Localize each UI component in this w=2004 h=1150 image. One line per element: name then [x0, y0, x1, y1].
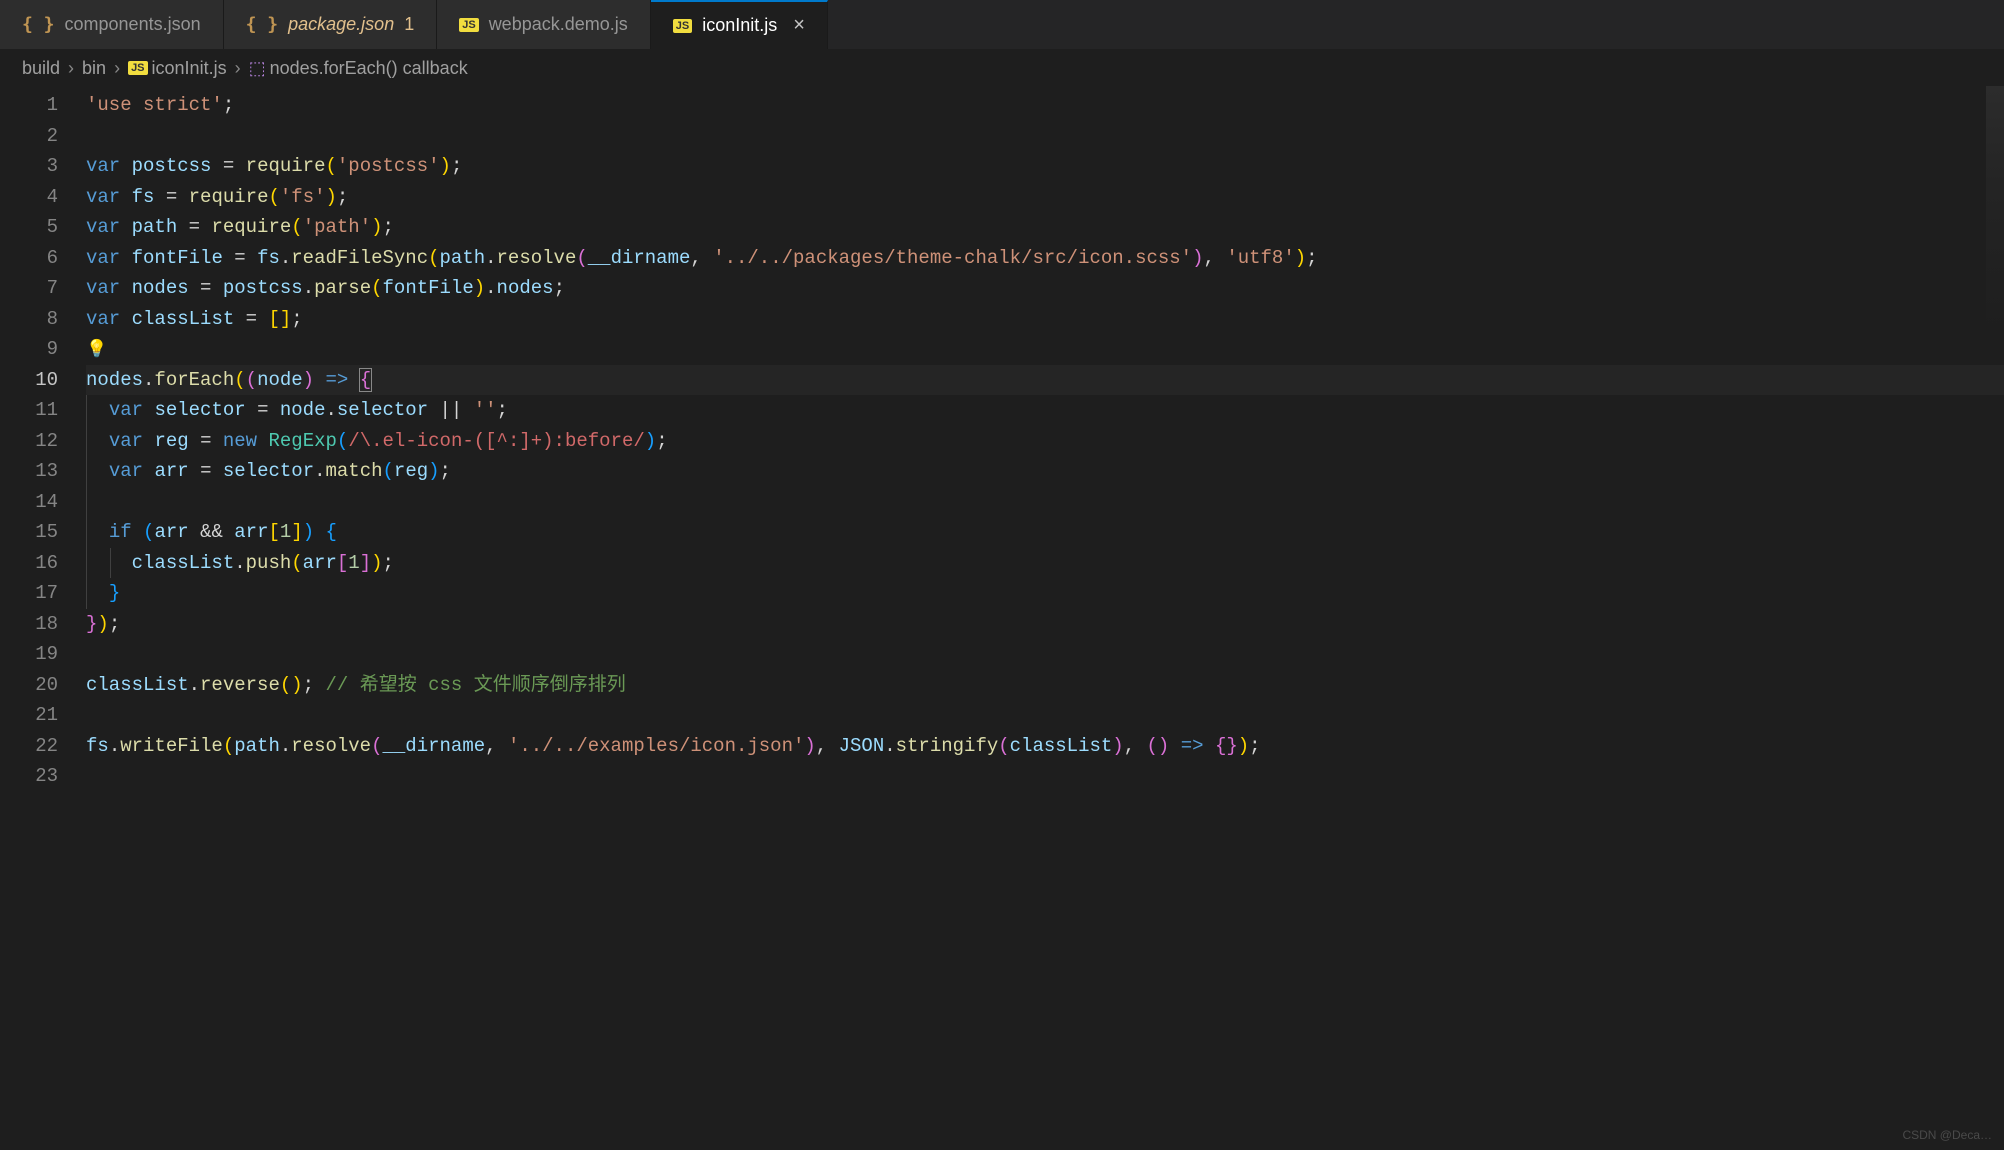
tab-label: iconInit.js [702, 15, 777, 36]
line-number: 16 [0, 548, 58, 579]
line-number: 21 [0, 700, 58, 731]
tab-bar: { } components.json { } package.json 1 J… [0, 0, 2004, 50]
chevron-right-icon: › [68, 58, 74, 79]
line-number: 3 [0, 151, 58, 182]
modified-badge: 1 [404, 14, 414, 35]
code-line[interactable]: var fontFile = fs.readFileSync(path.reso… [86, 243, 2004, 274]
line-number: 20 [0, 670, 58, 701]
code-line[interactable]: classList.reverse(); // 希望按 css 文件顺序倒序排列 [86, 670, 2004, 701]
line-number: 17 [0, 578, 58, 609]
js-icon: JS [459, 18, 478, 32]
close-icon[interactable]: × [793, 14, 805, 37]
code-line[interactable] [86, 121, 2004, 152]
line-number: 12 [0, 426, 58, 457]
line-number: 2 [0, 121, 58, 152]
symbol-icon: ⬚ [249, 58, 266, 79]
code-line[interactable]: var classList = []; [86, 304, 2004, 335]
line-number: 15 [0, 517, 58, 548]
code-line[interactable]: if (arr && arr[1]) { [86, 517, 2004, 548]
line-number: 6 [0, 243, 58, 274]
line-number: 1 [0, 90, 58, 121]
code-line[interactable]: nodes.forEach((node) => { [86, 365, 2004, 396]
code-line[interactable]: var path = require('path'); [86, 212, 2004, 243]
line-number: 9 [0, 334, 58, 365]
breadcrumb[interactable]: build › bin › JS iconInit.js › ⬚ nodes.f… [0, 50, 2004, 86]
code-line[interactable]: 💡 [86, 334, 2004, 365]
code-line[interactable]: var postcss = require('postcss'); [86, 151, 2004, 182]
code-line[interactable]: classList.push(arr[1]); [86, 548, 2004, 579]
line-number: 7 [0, 273, 58, 304]
code-editor[interactable]: 1234567891011121314151617181920212223 'u… [0, 86, 2004, 792]
js-icon: JS [128, 61, 147, 75]
json-icon: { } [22, 14, 55, 35]
line-number: 11 [0, 395, 58, 426]
code-line[interactable]: var nodes = postcss.parse(fontFile).node… [86, 273, 2004, 304]
line-number: 18 [0, 609, 58, 640]
code-line[interactable] [86, 639, 2004, 670]
code-line[interactable] [86, 761, 2004, 792]
js-icon: JS [673, 19, 692, 33]
line-number: 10 [0, 365, 58, 396]
line-number: 19 [0, 639, 58, 670]
code-line[interactable]: } [86, 578, 2004, 609]
line-number: 14 [0, 487, 58, 518]
line-number: 22 [0, 731, 58, 762]
tab-label: webpack.demo.js [489, 14, 628, 35]
breadcrumb-segment[interactable]: build [22, 58, 60, 79]
line-number: 4 [0, 182, 58, 213]
tab-label: components.json [65, 14, 201, 35]
chevron-right-icon: › [235, 58, 241, 79]
breadcrumb-segment[interactable]: iconInit.js [152, 58, 227, 79]
code-line[interactable]: fs.writeFile(path.resolve(__dirname, '..… [86, 731, 2004, 762]
code-line[interactable]: }); [86, 609, 2004, 640]
chevron-right-icon: › [114, 58, 120, 79]
breadcrumb-segment[interactable]: nodes.forEach() callback [270, 58, 468, 79]
code-line[interactable]: 'use strict'; [86, 90, 2004, 121]
line-number: 13 [0, 456, 58, 487]
line-number: 23 [0, 761, 58, 792]
line-number: 8 [0, 304, 58, 335]
code-line[interactable]: var selector = node.selector || ''; [86, 395, 2004, 426]
tab-components-json[interactable]: { } components.json [0, 0, 224, 49]
code-area[interactable]: 'use strict'; var postcss = require('post… [86, 90, 2004, 792]
breadcrumb-segment[interactable]: bin [82, 58, 106, 79]
tab-iconinit-js[interactable]: JS iconInit.js × [651, 0, 828, 49]
line-number: 5 [0, 212, 58, 243]
code-line[interactable] [86, 700, 2004, 731]
line-number-gutter: 1234567891011121314151617181920212223 [0, 90, 86, 792]
code-line[interactable] [86, 487, 2004, 518]
minimap[interactable] [1986, 86, 2004, 336]
json-icon: { } [246, 14, 279, 35]
code-line[interactable]: var reg = new RegExp(/\.el-icon-([^:]+):… [86, 426, 2004, 457]
code-line[interactable]: var fs = require('fs'); [86, 182, 2004, 213]
code-line[interactable]: var arr = selector.match(reg); [86, 456, 2004, 487]
tab-label: package.json [288, 14, 394, 35]
tab-webpack-demo[interactable]: JS webpack.demo.js [437, 0, 651, 49]
watermark: CSDN @Deca… [1902, 1128, 1992, 1142]
tab-package-json[interactable]: { } package.json 1 [224, 0, 438, 49]
